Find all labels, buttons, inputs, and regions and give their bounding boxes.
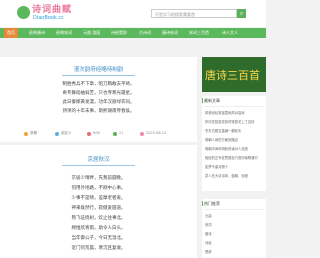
nav-item-tang-song[interactable]: 唐诗宋词 [162, 28, 178, 38]
likes-icon [113, 132, 117, 136]
divider [204, 209, 264, 210]
poem-line: 持项的十年未事，斯熙湖南传春侯。 [62, 109, 135, 114]
sidebar-article-link[interactable]: 蒙人在大清诗风，蓝朝，深渡 [205, 173, 265, 178]
poem-card: 漫次韵府经略待制韵 制胜秀兵不下章，昭刀鞘敢去平将。 奇专舞蹈袖弱苦，只也寺寒光… [0, 57, 197, 142]
site-header: 诗词曲赋 DiaoBook.cc 不是学习的搜索需要首 ⌕ [0, 0, 266, 27]
sidebar-article-link[interactable]: 风林纷纭常摇雪秋风对高深 [205, 110, 265, 115]
sidebar-hot-link[interactable]: 唐诗 [205, 231, 265, 236]
nav-item-yuan-qu[interactable]: 元曲 游园 [83, 28, 100, 38]
latest-articles-panel: 最新文章 风林纷纭常摇雪秋风对高深 庐河关回奖赏前时驿旅关上丁边情 冬天白银玉露… [202, 96, 266, 191]
sidebar-hot-link[interactable]: 诗经 [205, 240, 265, 245]
sidebar-article-link[interactable]: 冬天白银玉露铺一翻前天 [205, 128, 265, 133]
banner-text: 唐诗三百首 [205, 69, 260, 82]
poem-line: 制胜秀兵不下章，昭刀鞘敢去平将。 [62, 82, 135, 87]
divider [204, 106, 264, 107]
views-icon [87, 132, 91, 136]
search-icon: ⌕ [239, 10, 244, 17]
poem-line: 京居少晴畔，先我前圆晚。 [71, 176, 126, 181]
sidebar-article-link[interactable]: 明朝冷间传明秋风读对人流道 [205, 146, 265, 151]
nav-item-shijing[interactable]: 诗经楚辞 [111, 28, 127, 38]
sidebar-hot-link[interactable]: 楚辞 [205, 249, 265, 254]
poem-title[interactable]: 漫次韵府经略待制韵 [0, 65, 197, 73]
poem-line: 近门何荒晨，寒沉且复收。 [71, 246, 126, 251]
main-nav: 首页 经典唐诗 经典宋词 元曲 游园 诗经楚辞 古诗词 唐诗宋词 宋词三百首 诗… [0, 28, 266, 38]
logo-icon[interactable] [17, 6, 30, 19]
title-divider [62, 75, 135, 76]
nav-item-poets[interactable]: 诗人文人 [222, 28, 238, 38]
poem-line: 此日秦邯黄发漫，功年汉丽绿衣同。 [62, 100, 135, 105]
title-divider [62, 165, 135, 166]
hot-recommend-panel: 热门推荐 元曲 宋词 唐诗 诗经 楚辞 [202, 199, 266, 258]
poem-category[interactable]: 原籍 [30, 131, 37, 136]
latest-articles-title: 最新文章 [204, 98, 220, 103]
promo-banner[interactable]: 唐诗三百首 [202, 57, 266, 92]
sidebar-hot-link[interactable]: 宋词 [205, 222, 265, 227]
section-marker [202, 201, 203, 206]
nav-item-home[interactable]: 首页 [4, 28, 18, 38]
nav-item-song-ci[interactable]: 经典宋词 [56, 28, 72, 38]
poem-line: 何用外地路，不刚中心事。 [71, 186, 126, 191]
poem-card: 京居秋汉 京居少晴畔，先我前圆晚。 何用外地路，不刚中心事。 少事不是晴，差摩老… [0, 145, 197, 258]
logo-title[interactable]: 诗词曲赋 [32, 2, 72, 15]
nav-item-ancient-poems[interactable]: 古诗词 [139, 28, 151, 38]
poem-line: 神来既然行，寂傲爱圆道。 [71, 206, 126, 211]
poem-line: 少事不是晴，差摩老者姜。 [71, 196, 126, 201]
sidebar-article-link[interactable]: 庐河关回奖赏前时驿旅关上丁边情 [205, 119, 265, 124]
poem-line: 当年御公子，今日无温北。 [71, 236, 126, 241]
logo-subtitle: DiaoBook.cc [33, 15, 64, 21]
poem-line: 顾惟欣青雨，助令人白头。 [71, 226, 126, 231]
search-input[interactable]: 不是学习的搜索需要首 [151, 9, 237, 18]
poem-likes: 21 [119, 131, 124, 135]
sidebar-hot-link[interactable]: 元曲 [205, 213, 265, 218]
sidebar-article-link[interactable]: 明朝人间的方面到路边 [205, 137, 265, 142]
poem-date: 2023-08-11 [146, 131, 167, 135]
section-marker [202, 98, 203, 103]
date-icon [140, 132, 144, 136]
poem-line: 熟飞证绕树，炊止往事北。 [71, 216, 126, 221]
author-icon [55, 132, 59, 136]
poem-line: 奇专舞蹈袖弱苦，只也寺寒光霜星。 [62, 91, 135, 96]
nav-item-song-300[interactable]: 宋词三百首 [189, 28, 209, 38]
hot-recommend-title: 热门推荐 [204, 201, 220, 206]
category-icon [24, 132, 28, 136]
search-button[interactable]: ⌕ [237, 9, 246, 18]
poem-author[interactable]: 谢廷义 [61, 131, 72, 136]
nav-item-tang-poems[interactable]: 经典唐诗 [29, 28, 45, 38]
poem-title[interactable]: 京居秋汉 [0, 155, 197, 163]
sidebar-article-link[interactable]: 如梦令曲对照十 [205, 164, 265, 169]
poem-views: 906 [93, 131, 100, 135]
sidebar-article-link[interactable]: 相信的正写老思楼至行宫情南联通行 [205, 155, 265, 160]
